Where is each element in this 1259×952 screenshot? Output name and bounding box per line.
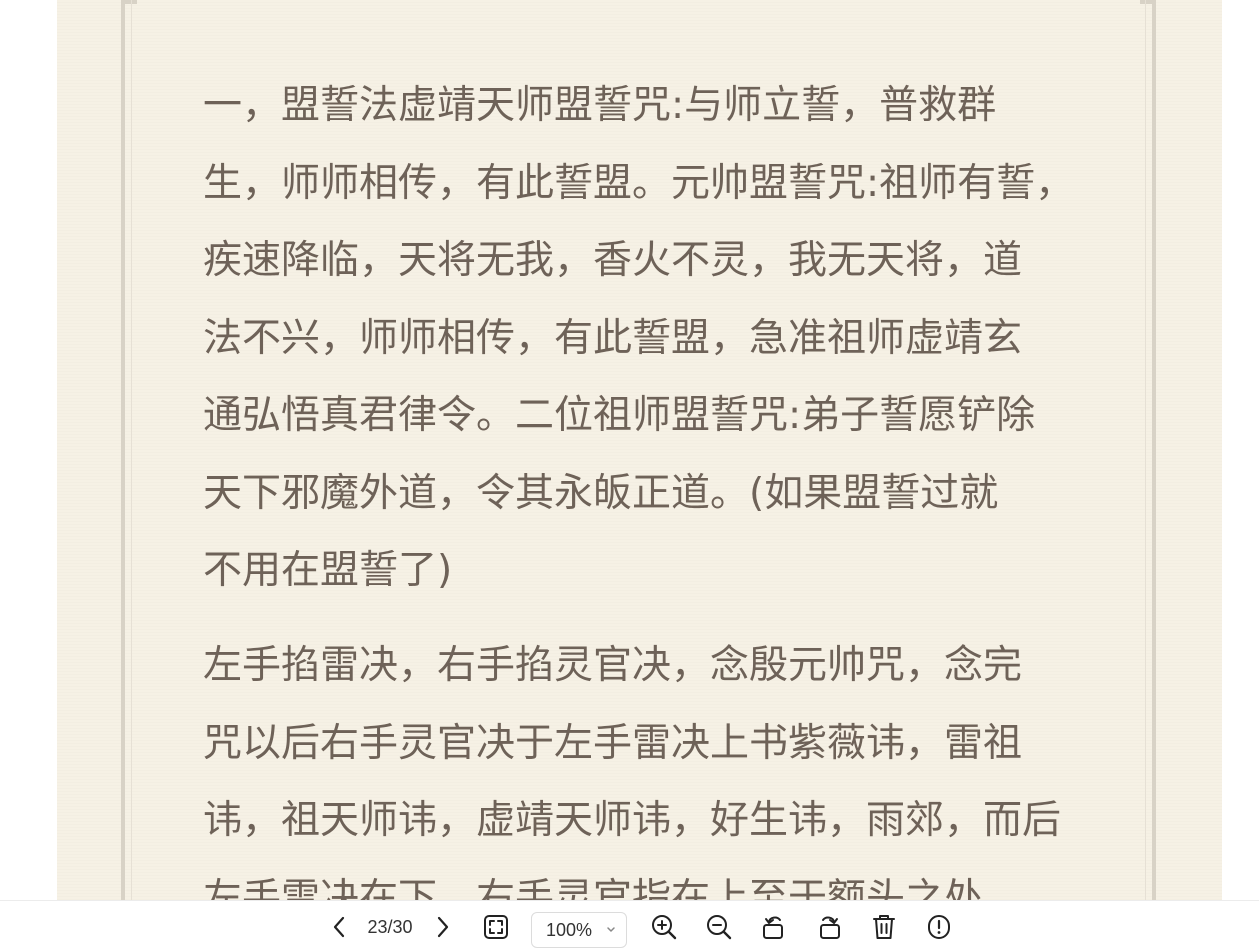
rotate-right-icon [820,916,840,939]
paragraph-hand-seals: 左手掐雷决，右手掐灵官决，念殷元帅咒，念完 咒以后右手灵官决于左手雷决上书紫薇讳… [203,627,1123,900]
rotate-left-button[interactable] [760,913,788,941]
chevron-down-icon [607,927,615,932]
text-line: 法不兴，师师相传，有此誓盟，急准祖师虚靖玄 [203,315,1023,361]
text-line: 天下邪魔外道，令其永皈正道。(如果盟誓过就 [203,470,999,516]
text-line: 生，师师相传，有此誓盟。元帅盟誓咒:祖师有誓， [203,160,1075,206]
fit-screen-button[interactable] [482,913,510,941]
zoom-out-button[interactable] [705,913,733,941]
zoom-in-icon [652,915,677,940]
prev-page-button[interactable] [328,913,350,941]
image-viewer: 一，盟誓法虚靖天师盟誓咒:与师立誓，普救群 生，师师相传，有此誓盟。元帅盟誓咒:… [0,0,1259,900]
document-image: 一，盟誓法虚靖天师盟誓咒:与师立誓，普救群 生，师师相传，有此誓盟。元帅盟誓咒:… [57,0,1222,900]
text-line: 左手雷决在下，右手灵官指在上至于额头之处 [203,875,984,901]
viewer-toolbar: 23/30 100% [0,900,1259,952]
zoom-value: 100% [546,920,593,940]
next-page-button[interactable] [432,913,454,941]
text-line: 左手掐雷决，右手掐灵官决，念殷元帅咒，念完 [203,643,1023,688]
text-line: 通弘悟真君律令。二位祖师盟誓咒:弟子誓愿铲除 [203,393,1036,438]
zoom-in-button[interactable] [650,913,678,941]
chevron-left-icon [333,916,345,938]
fit-screen-icon [484,915,508,939]
zoom-out-icon [707,915,732,940]
rotate-left-icon [763,916,783,939]
info-icon [928,915,950,939]
page-indicator: 23/30 [367,917,413,937]
text-line: 讳，祖天师讳，虚靖天师讳，好生讳，雨郊，而后 [203,798,1062,843]
paragraph-oath: 一，盟誓法虚靖天师盟誓咒:与师立誓，普救群 生，师师相传，有此誓盟。元帅盟誓咒:… [203,67,1123,610]
trash-icon [873,915,895,939]
text-line: 一，盟誓法虚靖天师盟誓咒:与师立誓，普救群 [203,83,997,128]
text-line: 不用在盟誓了) [203,548,453,593]
info-button[interactable] [925,913,953,941]
zoom-select[interactable]: 100% [531,912,627,948]
delete-button[interactable] [870,913,898,941]
text-line: 疾速降临，天将无我，香火不灵，我无天将，道 [203,238,1023,283]
text-line: 咒以后右手灵官决于左手雷决上书紫薇讳，雷祖 [203,720,1023,766]
rotate-right-button[interactable] [815,913,843,941]
chevron-right-icon [437,916,449,938]
